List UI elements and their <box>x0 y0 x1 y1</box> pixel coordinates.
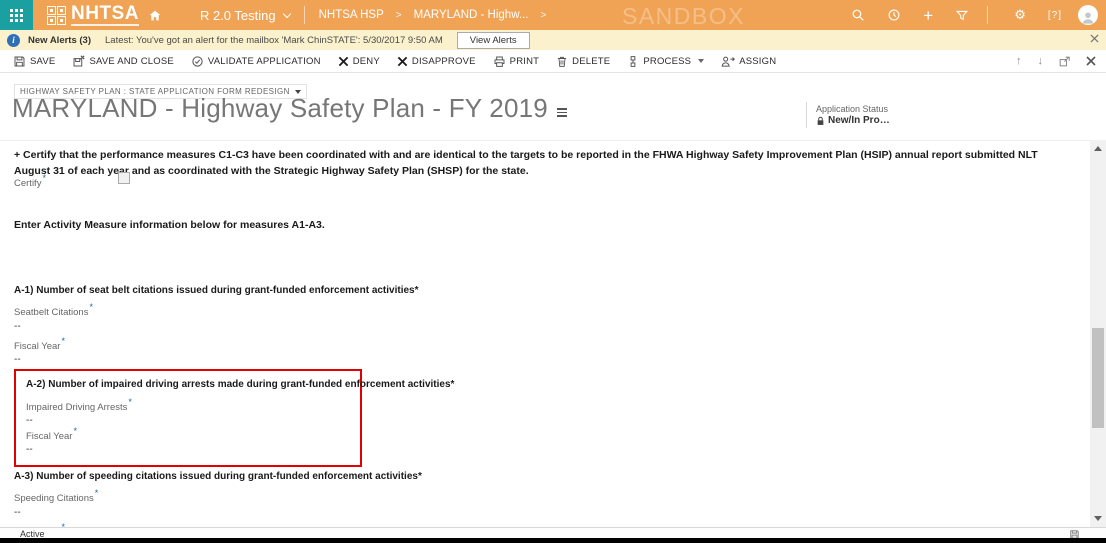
highlight-box: A-2) Number of impaired driving arrests … <box>14 369 455 468</box>
application-status-label: Application Status <box>816 104 889 114</box>
help-icon[interactable]: [?] <box>1048 10 1062 21</box>
waffle-icon <box>10 8 23 22</box>
breadcrumb-chevron-icon: > <box>540 9 547 21</box>
popout-icon[interactable] <box>1059 56 1070 67</box>
command-bar-right-controls: ↑ ↓ <box>1016 50 1096 72</box>
title-notes-icon[interactable] <box>556 108 567 117</box>
chevron-down-icon <box>282 9 291 18</box>
breadcrumb-chevron-icon: > <box>395 9 402 21</box>
nav-icon-group: + ⚙ [?] <box>829 0 1098 30</box>
required-asterisk: * <box>73 426 77 437</box>
environment-name: R 2.0 Testing <box>199 7 276 23</box>
speeding-citations-label: Speeding Citations* <box>14 488 99 505</box>
up-arrow-icon[interactable]: ↑ <box>1016 55 1022 67</box>
home-icon[interactable] <box>148 9 162 22</box>
command-bar: SAVE SAVE AND CLOSE VALIDATE APPLICATION… <box>0 50 1106 73</box>
deny-button[interactable]: DENY <box>338 56 380 67</box>
certify-checkbox[interactable] <box>118 172 130 184</box>
validate-application-button[interactable]: VALIDATE APPLICATION <box>191 55 321 68</box>
window-bottom-edge <box>0 538 1106 543</box>
nhtsa-pictogram-icon <box>47 5 66 25</box>
scrollbar-thumb[interactable] <box>1092 328 1104 428</box>
settings-gear-icon[interactable]: ⚙ <box>1014 7 1026 23</box>
x-icon <box>338 56 348 66</box>
process-button[interactable]: PROCESS <box>627 55 705 68</box>
alert-title: New Alerts (3) <box>28 34 91 46</box>
seatbelt-citations-value[interactable]: -- <box>14 321 419 333</box>
save-icon <box>14 56 25 66</box>
assign-icon <box>721 56 736 67</box>
fiscal-year-value[interactable]: -- <box>14 354 419 366</box>
nhtsa-logo-subtext <box>71 24 139 26</box>
vertical-scrollbar[interactable] <box>1090 140 1106 527</box>
section-a2: A-2) Number of impaired driving arrests … <box>26 379 455 456</box>
nav-divider <box>987 6 989 24</box>
sandbox-watermark: SANDBOX <box>622 3 745 29</box>
user-avatar[interactable] <box>1078 5 1098 25</box>
environment-switcher[interactable]: R 2.0 Testing <box>199 7 291 23</box>
save-button[interactable]: SAVE <box>13 55 55 68</box>
breadcrumb: NHTSA HSP > MARYLAND - Highw... > <box>319 9 547 21</box>
nhtsa-logo-text: NHTSA <box>71 3 139 24</box>
save-and-close-icon <box>73 54 86 66</box>
close-icon[interactable] <box>1086 56 1096 66</box>
process-icon <box>630 55 636 67</box>
delete-button[interactable]: DELETE <box>556 55 610 68</box>
breadcrumb-item-nhtsa-hsp[interactable]: NHTSA HSP <box>319 9 384 21</box>
print-button[interactable]: PRINT <box>493 55 540 68</box>
nav-divider <box>303 6 305 24</box>
alert-message: Latest: You've got an alert for the mail… <box>105 34 443 46</box>
form-body: + Certify that the performance measures … <box>0 140 1090 543</box>
seatbelt-citations-label: Seatbelt Citations* <box>14 302 93 319</box>
certify-instructions: + Certify that the performance measures … <box>14 149 1038 178</box>
search-icon[interactable] <box>851 8 865 22</box>
chevron-down-icon <box>698 59 705 63</box>
quick-create-icon[interactable]: + <box>923 7 933 24</box>
assign-button[interactable]: ASSIGN <box>721 55 776 68</box>
print-icon <box>494 56 505 67</box>
fiscal-year-label: Fiscal Year* <box>26 426 77 443</box>
down-arrow-icon[interactable]: ↓ <box>1038 55 1044 67</box>
lock-icon <box>817 116 824 125</box>
section-a3-header: A-3) Number of speeding citations issued… <box>14 471 422 482</box>
top-nav-bar: NHTSA R 2.0 Testing NHTSA HSP > MARYLAND… <box>0 0 1106 30</box>
view-alerts-button[interactable]: View Alerts <box>456 31 530 49</box>
header-divider <box>806 102 807 128</box>
info-icon: i <box>7 33 20 47</box>
app-launcher-button[interactable] <box>0 0 33 30</box>
certify-field-label: Certify* <box>14 173 46 190</box>
section-a2-header: A-2) Number of impaired driving arrests … <box>26 379 455 390</box>
trash-icon <box>558 56 567 67</box>
section-a1-header: A-1) Number of seat belt citations issue… <box>14 285 419 296</box>
required-asterisk: * <box>94 488 99 498</box>
scroll-down-arrow-icon[interactable] <box>1094 516 1102 521</box>
form-header: HIGHWAY SAFETY PLAN : STATE APPLICATION … <box>0 73 1089 140</box>
x-icon <box>397 56 408 66</box>
impaired-driving-arrests-label: Impaired Driving Arrests* <box>26 397 132 414</box>
filter-icon[interactable] <box>955 9 969 22</box>
validate-icon <box>192 55 203 67</box>
nhtsa-logo[interactable]: NHTSA <box>47 4 162 26</box>
required-asterisk: * <box>42 173 46 183</box>
required-asterisk: * <box>128 397 132 407</box>
application-status-value: New/In Progress <box>816 115 890 126</box>
speeding-citations-value[interactable]: -- <box>14 507 422 519</box>
page-title: MARYLAND - Highway Safety Plan - FY 2019 <box>12 93 567 124</box>
fiscal-year-label: Fiscal Year* <box>14 335 65 352</box>
alert-notification-bar: i New Alerts (3) Latest: You've got an a… <box>0 30 1106 50</box>
required-asterisk: * <box>89 302 93 312</box>
alert-close-icon[interactable] <box>1090 34 1099 43</box>
record-state: Active <box>20 528 45 539</box>
breadcrumb-item-maryland[interactable]: MARYLAND - Highw... <box>414 9 529 21</box>
scroll-up-arrow-icon[interactable] <box>1094 146 1102 151</box>
disapprove-button[interactable]: DISAPPROVE <box>397 56 476 67</box>
activity-measure-instructions: Enter Activity Measure information below… <box>14 219 325 231</box>
recently-viewed-icon[interactable] <box>887 8 901 22</box>
save-and-close-button[interactable]: SAVE AND CLOSE <box>72 54 174 68</box>
required-asterisk: * <box>61 335 65 346</box>
fiscal-year-value[interactable]: -- <box>26 444 350 456</box>
section-a1: A-1) Number of seat belt citations issue… <box>14 285 419 366</box>
